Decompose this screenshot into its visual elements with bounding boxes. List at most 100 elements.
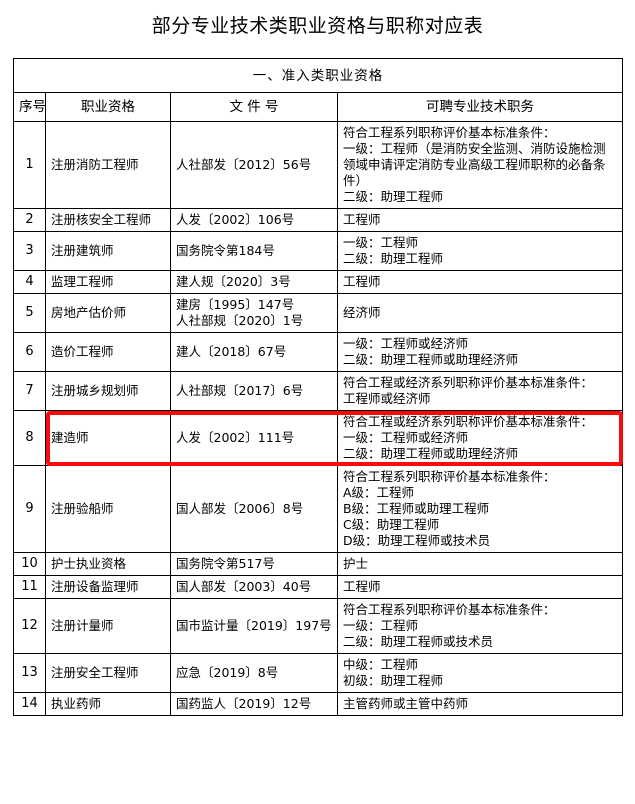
cell-qualification-name: 注册验船师 bbox=[45, 465, 171, 553]
position-line: 一级：工程师（是消防安全监测、消防设施检测领域申请评定消防专业高级工程师职称的必… bbox=[343, 141, 606, 188]
document-number-line: 应急〔2019〕8号 bbox=[176, 665, 279, 680]
table-row: 7 注册城乡规划师 人社部规〔2017〕6号 符合工程或经济系列职称评价基本标准条件：… bbox=[13, 371, 623, 411]
position-line: 中级：工程师 bbox=[343, 657, 419, 672]
cell-qualification-name: 注册核安全工程师 bbox=[45, 208, 171, 232]
cell-document-number: 国务院令第517号 bbox=[170, 552, 338, 576]
position: 符合工程系列职称评价基本标准条件： A级：工程师 B级：工程师或助理工程师 C级：助理… bbox=[343, 469, 617, 549]
cell-document-number: 应急〔2019〕8号 bbox=[170, 653, 338, 693]
document-number: 人社部发〔2012〕56号 bbox=[176, 157, 332, 173]
position: 符合工程或经济系列职称评价基本标准条件： 工程师或经济师 bbox=[343, 375, 617, 407]
position: 工程师 bbox=[343, 212, 617, 228]
position-line: C级：助理工程师 bbox=[343, 517, 440, 532]
position: 一级：工程师或经济师 二级：助理工程师或助理经济师 bbox=[343, 336, 617, 368]
column-header-qualification: 职业资格 bbox=[45, 92, 171, 122]
document-number: 国药监人〔2019〕12号 bbox=[176, 696, 332, 712]
cell-qualification-name: 注册建筑师 bbox=[45, 231, 171, 271]
cell-qualification-name: 护士执业资格 bbox=[45, 552, 171, 576]
position-line: 二级：助理工程师或助理经济师 bbox=[343, 352, 519, 367]
document-number: 国人部发〔2006〕8号 bbox=[176, 501, 332, 517]
cell-sequence-number: 9 bbox=[13, 465, 46, 553]
cell-sequence-number: 13 bbox=[13, 653, 46, 693]
table-row: 14 执业药师 国药监人〔2019〕12号 主管药师或主管中药师 bbox=[13, 692, 623, 716]
document-number-line: 国人部发〔2003〕40号 bbox=[176, 579, 312, 594]
table-container: 一、准入类职业资格 序号 职业资格 文 件 号 可聘专业技术职务 1 注册消防工程… bbox=[13, 58, 623, 716]
document-number-line: 建房〔1995〕147号 bbox=[176, 297, 295, 312]
cell-sequence-number: 7 bbox=[13, 371, 46, 411]
position: 护士 bbox=[343, 556, 617, 572]
cell-document-number: 建人〔2018〕67号 bbox=[170, 332, 338, 372]
position-line: D级：助理工程师或技术员 bbox=[343, 533, 491, 548]
cell-position: 工程师 bbox=[337, 208, 623, 232]
cell-position: 符合工程系列职称评价基本标准条件： A级：工程师 B级：工程师或助理工程师 C级：助理… bbox=[337, 465, 623, 553]
table-row: 4 监理工程师 建人规〔2020〕3号 工程师 bbox=[13, 270, 623, 294]
position-line: A级：工程师 bbox=[343, 485, 415, 500]
cell-position: 经济师 bbox=[337, 293, 623, 333]
document-number-line: 国药监人〔2019〕12号 bbox=[176, 696, 312, 711]
position: 工程师 bbox=[343, 274, 617, 290]
position-line: 初级：助理工程师 bbox=[343, 673, 444, 688]
cell-qualification-name: 注册安全工程师 bbox=[45, 653, 171, 693]
cell-qualification-name: 监理工程师 bbox=[45, 270, 171, 294]
column-header-no: 序号 bbox=[13, 92, 46, 122]
position-line: 工程师 bbox=[343, 212, 381, 227]
position-line: 符合工程系列职称评价基本标准条件： bbox=[343, 602, 556, 617]
cell-qualification-name: 建造师 bbox=[45, 410, 171, 466]
cell-position: 符合工程或经济系列职称评价基本标准条件： 工程师或经济师 bbox=[337, 371, 623, 411]
cell-qualification-name: 执业药师 bbox=[45, 692, 171, 716]
document-number-line: 国务院令第517号 bbox=[176, 556, 275, 571]
position: 主管药师或主管中药师 bbox=[343, 696, 617, 712]
table-row: 2 注册核安全工程师 人发〔2002〕106号 工程师 bbox=[13, 208, 623, 232]
cell-document-number: 建房〔1995〕147号 人社部规〔2020〕1号 bbox=[170, 293, 338, 333]
position-line: 符合工程或经济系列职称评价基本标准条件： bbox=[343, 414, 594, 429]
table-header: 一、准入类职业资格 序号 职业资格 文 件 号 可聘专业技术职务 bbox=[13, 58, 623, 122]
position-line: 一级：工程师或经济师 bbox=[343, 430, 469, 445]
cell-sequence-number: 8 bbox=[13, 410, 46, 466]
position-line: 主管药师或主管中药师 bbox=[343, 696, 469, 711]
position-line: 一级：工程师 bbox=[343, 235, 419, 250]
document-number: 建人规〔2020〕3号 bbox=[176, 274, 332, 290]
position: 一级：工程师 二级：助理工程师 bbox=[343, 235, 617, 267]
table-row: 12 注册计量师 国市监计量〔2019〕197号 符合工程系列职称评价基本标准条件：一… bbox=[13, 598, 623, 654]
cell-sequence-number: 1 bbox=[13, 121, 46, 209]
column-header-row: 序号 职业资格 文 件 号 可聘专业技术职务 bbox=[13, 92, 623, 122]
position-line: 一级：工程师或经济师 bbox=[343, 336, 469, 351]
position-line: 一级：工程师 bbox=[343, 618, 419, 633]
position: 符合工程或经济系列职称评价基本标准条件： 一级：工程师或经济师 二级：助理工程师或助… bbox=[343, 414, 617, 462]
document-number-line: 国市监计量〔2019〕197号 bbox=[176, 618, 332, 633]
column-header-document-number: 文 件 号 bbox=[170, 92, 338, 122]
cell-document-number: 国药监人〔2019〕12号 bbox=[170, 692, 338, 716]
column-header-position: 可聘专业技术职务 bbox=[337, 92, 623, 122]
cell-qualification-name: 房地产估价师 bbox=[45, 293, 171, 333]
cell-qualification-name: 注册计量师 bbox=[45, 598, 171, 654]
document-number: 人发〔2002〕106号 bbox=[176, 212, 332, 228]
document-number-line: 人发〔2002〕106号 bbox=[176, 212, 295, 227]
document-number-line: 人社部规〔2020〕1号 bbox=[176, 313, 304, 328]
cell-qualification-name: 注册城乡规划师 bbox=[45, 371, 171, 411]
qualification-table: 一、准入类职业资格 序号 职业资格 文 件 号 可聘专业技术职务 1 注册消防工程… bbox=[13, 58, 623, 716]
position-line: 工程师 bbox=[343, 579, 381, 594]
document-number: 人社部规〔2017〕6号 bbox=[176, 383, 332, 399]
document-number: 应急〔2019〕8号 bbox=[176, 665, 332, 681]
cell-qualification-name: 造价工程师 bbox=[45, 332, 171, 372]
document-number: 国务院令第184号 bbox=[176, 243, 332, 259]
table-row: 6 造价工程师 建人〔2018〕67号 一级：工程师或经济师 二级：助理工程师或助理经济… bbox=[13, 332, 623, 372]
cell-position: 工程师 bbox=[337, 575, 623, 599]
cell-document-number: 人社部发〔2012〕56号 bbox=[170, 121, 338, 209]
cell-position: 中级：工程师 初级：助理工程师 bbox=[337, 653, 623, 693]
document-number-line: 人发〔2002〕111号 bbox=[176, 430, 295, 445]
position-line: 符合工程系列职称评价基本标准条件： bbox=[343, 469, 556, 484]
page-title: 部分专业技术类职业资格与职称对应表 bbox=[151, 15, 484, 37]
position-line: 护士 bbox=[343, 556, 369, 571]
document-number: 建房〔1995〕147号 人社部规〔2020〕1号 bbox=[176, 297, 332, 329]
position-line: 工程师 bbox=[343, 274, 381, 289]
section-title-row: 一、准入类职业资格 bbox=[13, 58, 623, 93]
document-number: 国市监计量〔2019〕197号 bbox=[176, 618, 332, 634]
position-line: 二级：助理工程师或技术员 bbox=[343, 634, 494, 649]
cell-document-number: 国市监计量〔2019〕197号 bbox=[170, 598, 338, 654]
document-number-line: 建人规〔2020〕3号 bbox=[176, 274, 291, 289]
cell-sequence-number: 2 bbox=[13, 208, 46, 232]
cell-sequence-number: 12 bbox=[13, 598, 46, 654]
table-row: 3 注册建筑师 国务院令第184号 一级：工程师 二级：助理工程师 bbox=[13, 231, 623, 271]
cell-position: 一级：工程师或经济师 二级：助理工程师或助理经济师 bbox=[337, 332, 623, 372]
table-row: 9 注册验船师 国人部发〔2006〕8号 符合工程系列职称评价基本标准条件： A级：工程… bbox=[13, 465, 623, 553]
